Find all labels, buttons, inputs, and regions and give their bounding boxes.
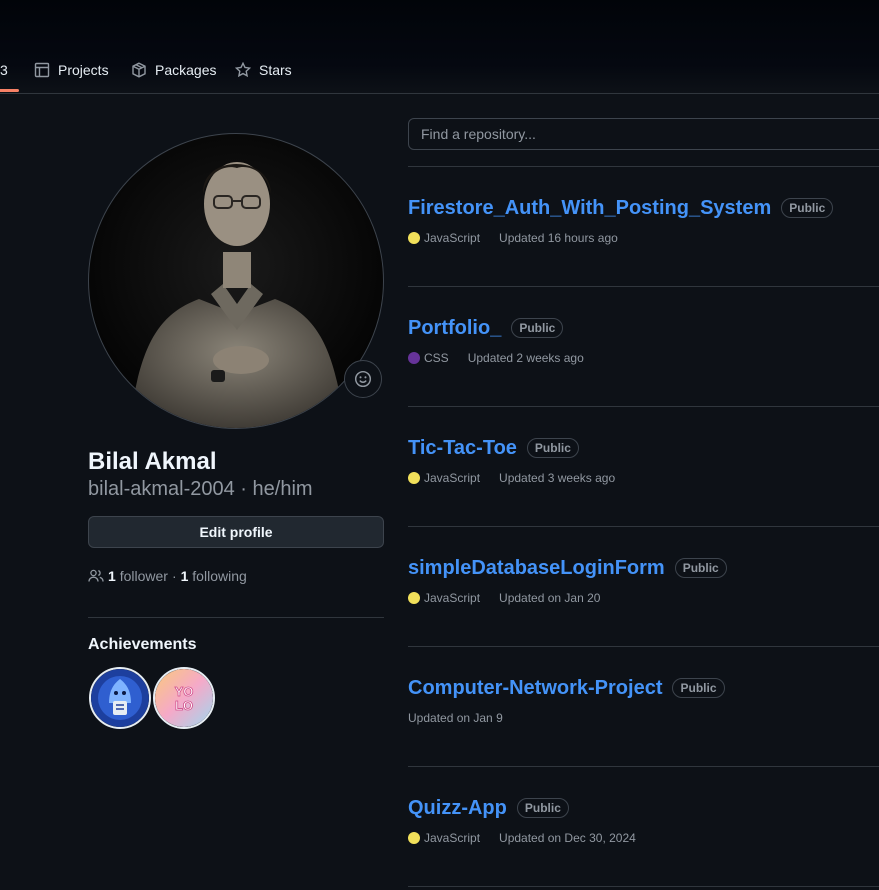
edit-profile-button[interactable]: Edit profile xyxy=(88,516,384,548)
tab-stars[interactable]: Stars xyxy=(235,59,292,81)
repo-link[interactable]: Portfolio_ xyxy=(408,317,501,340)
repo-language: CSS xyxy=(408,351,449,365)
tab-stars-label: Stars xyxy=(259,62,292,78)
sidebar-divider xyxy=(88,617,384,618)
language-color-dot xyxy=(408,832,420,844)
selected-tab-underline xyxy=(0,89,19,92)
svg-text:LO: LO xyxy=(175,698,193,713)
yolo-badge-icon: YO LO xyxy=(155,669,213,727)
achievement-yolo[interactable]: YO LO xyxy=(153,667,215,729)
language-label: JavaScript xyxy=(424,831,481,845)
visibility-badge: Public xyxy=(511,318,564,338)
following-link[interactable]: 1 following xyxy=(181,568,247,584)
repo-link[interactable]: Tic-Tac-Toe xyxy=(408,437,517,460)
avatar-photo xyxy=(129,162,345,428)
language-label: CSS xyxy=(424,351,449,365)
profile-avatar[interactable] xyxy=(88,133,384,429)
repo-item: Computer-Network-Project Public Updated … xyxy=(408,676,879,725)
svg-text:YO: YO xyxy=(175,684,194,699)
visibility-badge: Public xyxy=(674,558,727,578)
smiley-icon xyxy=(354,370,372,388)
repo-updated: Updated on Jan 20 xyxy=(499,591,601,605)
repo-updated: Updated 3 weeks ago xyxy=(499,471,616,485)
repo-item: Tic-Tac-Toe Public JavaScript Updated 3 … xyxy=(408,436,879,485)
repo-language: JavaScript xyxy=(408,231,480,245)
followers-link[interactable]: 1 follower xyxy=(108,568,168,584)
repo-language: JavaScript xyxy=(408,831,480,845)
profile-tab-bar: 3 Projects Packages Stars xyxy=(0,0,879,94)
language-label: JavaScript xyxy=(424,231,481,245)
repository-search-input[interactable] xyxy=(408,118,879,150)
repo-link[interactable]: Computer-Network-Project xyxy=(408,677,662,700)
visibility-badge: Public xyxy=(526,438,579,458)
repo-item: Portfolio_ Public CSS Updated 2 weeks ag… xyxy=(408,316,879,365)
tab-packages[interactable]: Packages xyxy=(131,59,216,81)
repo-link[interactable]: Quizz-App xyxy=(408,797,507,820)
achievement-pull-shark[interactable] xyxy=(89,667,151,729)
followers-count: 1 xyxy=(108,568,116,584)
language-color-dot xyxy=(408,352,420,364)
star-icon xyxy=(235,62,251,78)
repo-language: JavaScript xyxy=(408,591,480,605)
language-color-dot xyxy=(408,232,420,244)
repo-link[interactable]: simpleDatabaseLoginForm xyxy=(408,557,665,580)
tab-projects-label: Projects xyxy=(58,62,109,78)
repo-link[interactable]: Firestore_Auth_With_Posting_System xyxy=(408,197,771,220)
follow-separator: · xyxy=(171,568,177,584)
followers-label: follower xyxy=(119,568,168,584)
follow-stats: 1 follower · 1 following xyxy=(88,566,247,586)
language-label: JavaScript xyxy=(424,591,481,605)
repo-item: Firestore_Auth_With_Posting_System Publi… xyxy=(408,196,879,245)
list-divider xyxy=(408,886,879,887)
tab-packages-label: Packages xyxy=(155,62,217,78)
visibility-badge: Public xyxy=(516,798,569,818)
repo-item: Quizz-App Public JavaScript Updated on D… xyxy=(408,796,879,845)
repo-updated: Updated 2 weeks ago xyxy=(467,351,584,365)
package-icon xyxy=(132,62,146,78)
list-divider xyxy=(408,166,879,167)
language-color-dot xyxy=(408,472,420,484)
list-divider xyxy=(408,286,879,287)
repo-language: JavaScript xyxy=(408,471,480,485)
set-status-button[interactable] xyxy=(344,360,382,398)
list-divider xyxy=(408,766,879,767)
achievements-title: Achievements xyxy=(88,636,197,653)
list-divider xyxy=(408,526,879,527)
list-divider xyxy=(408,646,879,647)
repo-updated: Updated 16 hours ago xyxy=(499,231,618,245)
tab-projects[interactable]: Projects xyxy=(34,59,109,81)
following-count: 1 xyxy=(180,568,189,584)
repo-updated: Updated on Dec 30, 2024 xyxy=(499,831,636,845)
visibility-badge: Public xyxy=(672,678,725,698)
visibility-badge: Public xyxy=(781,198,834,218)
profile-login: bilal-akmal-2004 · he/him xyxy=(88,478,313,500)
repo-item: simpleDatabaseLoginForm Public JavaScrip… xyxy=(408,556,879,605)
language-label: JavaScript xyxy=(424,471,481,485)
following-label: following xyxy=(192,568,247,584)
pull-shark-badge-icon xyxy=(91,669,149,727)
table-icon xyxy=(34,62,50,78)
profile-name: Bilal Akmal xyxy=(88,448,217,475)
list-divider xyxy=(408,406,879,407)
repo-updated: Updated on Jan 9 xyxy=(408,711,503,725)
people-icon xyxy=(88,569,104,582)
language-color-dot xyxy=(408,592,420,604)
tab-repositories-count[interactable]: 3 xyxy=(0,59,8,81)
